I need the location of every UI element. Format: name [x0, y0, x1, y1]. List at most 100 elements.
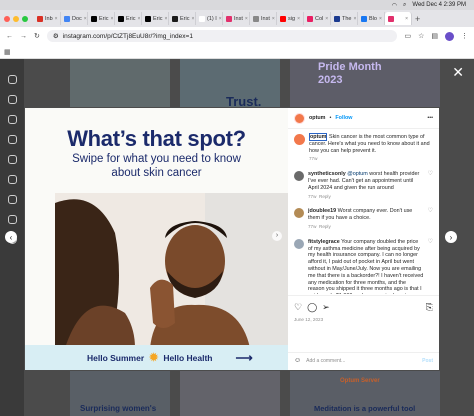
instagram-page: Trust. Pride Month 2023 Surprising women… [0, 59, 474, 416]
commenter-avatar[interactable] [294, 208, 304, 219]
instagram-logo-icon[interactable] [7, 75, 17, 84]
post-header: optum • Follow ••• [288, 108, 439, 129]
close-tab-icon[interactable]: × [325, 16, 328, 22]
caption-user[interactable]: optum [309, 133, 328, 141]
site-info-icon[interactable]: ⚙ [53, 32, 59, 40]
browser-tab[interactable]: Inst × [223, 12, 250, 25]
menu-icon[interactable]: ⋮ [461, 32, 468, 40]
browser-tab[interactable]: Inb × [34, 12, 61, 25]
more-options-icon[interactable]: ••• [427, 115, 433, 122]
banner-left-text: Hello Summer [87, 352, 145, 363]
post-image[interactable]: What’s that spot? Swipe for what you nee… [25, 108, 288, 370]
post-sidebar: optum • Follow ••• optum Skin cancer is … [288, 108, 439, 370]
close-tab-icon[interactable]: × [272, 16, 275, 22]
browser-tab[interactable]: Eric × [115, 12, 142, 25]
commenter-avatar[interactable] [294, 238, 304, 249]
close-tab-icon[interactable]: × [137, 16, 140, 22]
clock[interactable]: Wed Dec 4 2:39 PM [412, 2, 466, 8]
comment-user[interactable]: jdoublee19 [308, 208, 336, 214]
close-modal-icon[interactable]: ✕ [452, 64, 464, 81]
tab-favicon-icon [64, 15, 70, 22]
comment-input[interactable]: Add a comment... [306, 358, 345, 365]
reload-icon[interactable]: ↻ [34, 32, 40, 40]
like-comment-icon[interactable]: ♡ [428, 239, 433, 294]
extensions-icon[interactable]: ▤ [431, 32, 438, 40]
reply-button[interactable]: Reply [319, 224, 331, 229]
comment-user[interactable]: syntheticsonly [308, 171, 346, 177]
tab-favicon-icon [172, 15, 178, 22]
search-icon[interactable]: ⌕ [403, 2, 406, 9]
browser-tab[interactable]: × [385, 12, 412, 25]
browser-tab[interactable]: The × [331, 12, 358, 25]
post-comment-button[interactable]: Post [422, 358, 433, 365]
browser-tab[interactable]: Eric × [88, 12, 115, 25]
tab-favicon-icon [253, 15, 259, 22]
close-tab-icon[interactable]: × [245, 16, 248, 22]
minimize-window-button[interactable] [13, 15, 19, 22]
messages-icon[interactable] [7, 175, 17, 184]
optum-avatar[interactable] [294, 134, 305, 145]
close-tab-icon[interactable]: × [219, 16, 222, 22]
search-icon[interactable] [7, 115, 17, 124]
like-icon[interactable]: ♡ [294, 303, 302, 312]
post-actions: ♡ ◯ ➢ ⎘ June 12, 2023 ☺ Add a comment...… [288, 295, 439, 370]
forward-icon[interactable]: → [20, 33, 27, 40]
close-tab-icon[interactable]: × [379, 16, 382, 22]
notifications-icon[interactable] [7, 195, 17, 204]
close-tab-icon[interactable]: × [164, 16, 167, 22]
background-post-tile [180, 371, 280, 416]
previous-post-icon[interactable]: ‹ [5, 231, 17, 243]
background-post-tile [70, 59, 170, 107]
close-tab-icon[interactable]: × [191, 16, 194, 22]
address-bar[interactable]: ⚙ instagram.com/p/CtZTj8EuU8r/?img_index… [46, 30, 398, 42]
optum-avatar[interactable] [294, 112, 305, 124]
browser-tab[interactable]: Eric × [169, 12, 196, 25]
tab-label: Col [315, 15, 324, 22]
close-tab-icon[interactable]: × [110, 16, 113, 22]
close-tab-icon[interactable]: × [353, 16, 356, 22]
tab-label: Eric [99, 15, 109, 22]
like-comment-icon[interactable]: ♡ [428, 208, 433, 230]
like-comment-icon[interactable]: ♡ [428, 171, 433, 200]
post-modal: What’s that spot? Swipe for what you nee… [25, 108, 439, 370]
close-tab-icon[interactable]: × [55, 16, 58, 22]
follow-button[interactable]: Follow [335, 115, 352, 122]
save-icon[interactable]: ⎘ [426, 303, 433, 312]
comment-mention[interactable]: @optum [347, 171, 367, 177]
browser-tab[interactable]: Blo × [358, 12, 385, 25]
back-icon[interactable]: ← [6, 33, 13, 40]
browser-tab[interactable]: (1) I × [196, 12, 223, 25]
browser-tab[interactable]: Col × [304, 12, 331, 25]
home-icon[interactable] [7, 95, 17, 104]
post-subhead-line2: about skin cancer [111, 167, 202, 179]
maximize-window-button[interactable] [22, 15, 28, 22]
comment-user[interactable]: fitstylegrace [308, 239, 340, 245]
explore-icon[interactable] [7, 135, 17, 144]
browser-tab[interactable]: Doc × [61, 12, 88, 25]
new-tab-button[interactable]: + [415, 14, 420, 24]
cast-icon[interactable]: ▭ [404, 32, 411, 40]
browser-tab[interactable]: Inst × [250, 12, 277, 25]
background-optum-server: Optum Server [340, 378, 380, 384]
close-tab-icon[interactable]: × [297, 16, 300, 22]
browser-tab[interactable]: Eric × [142, 12, 169, 25]
apps-grid-icon[interactable]: ▦ [4, 48, 11, 56]
profile-avatar[interactable] [445, 31, 454, 41]
bookmark-star-icon[interactable]: ☆ [418, 32, 424, 40]
next-post-icon[interactable]: › [445, 231, 457, 243]
create-icon[interactable] [7, 215, 17, 224]
account-name[interactable]: optum [309, 115, 325, 122]
commenter-avatar[interactable] [294, 171, 304, 182]
comment-icon[interactable]: ◯ [307, 303, 317, 312]
reply-button[interactable]: Reply [319, 194, 331, 199]
wifi-icon[interactable]: ◠ [392, 2, 397, 9]
close-tab-icon[interactable]: × [405, 16, 408, 22]
reels-icon[interactable] [7, 155, 17, 164]
close-window-button[interactable] [4, 15, 10, 22]
image-next-icon[interactable]: › [272, 231, 282, 241]
close-tab-icon[interactable]: × [84, 16, 87, 22]
sun-icon: ✹ [149, 352, 159, 364]
share-icon[interactable]: ➢ [322, 303, 330, 312]
emoji-icon[interactable]: ☺ [294, 357, 301, 365]
browser-tab[interactable]: sig × [277, 12, 304, 25]
